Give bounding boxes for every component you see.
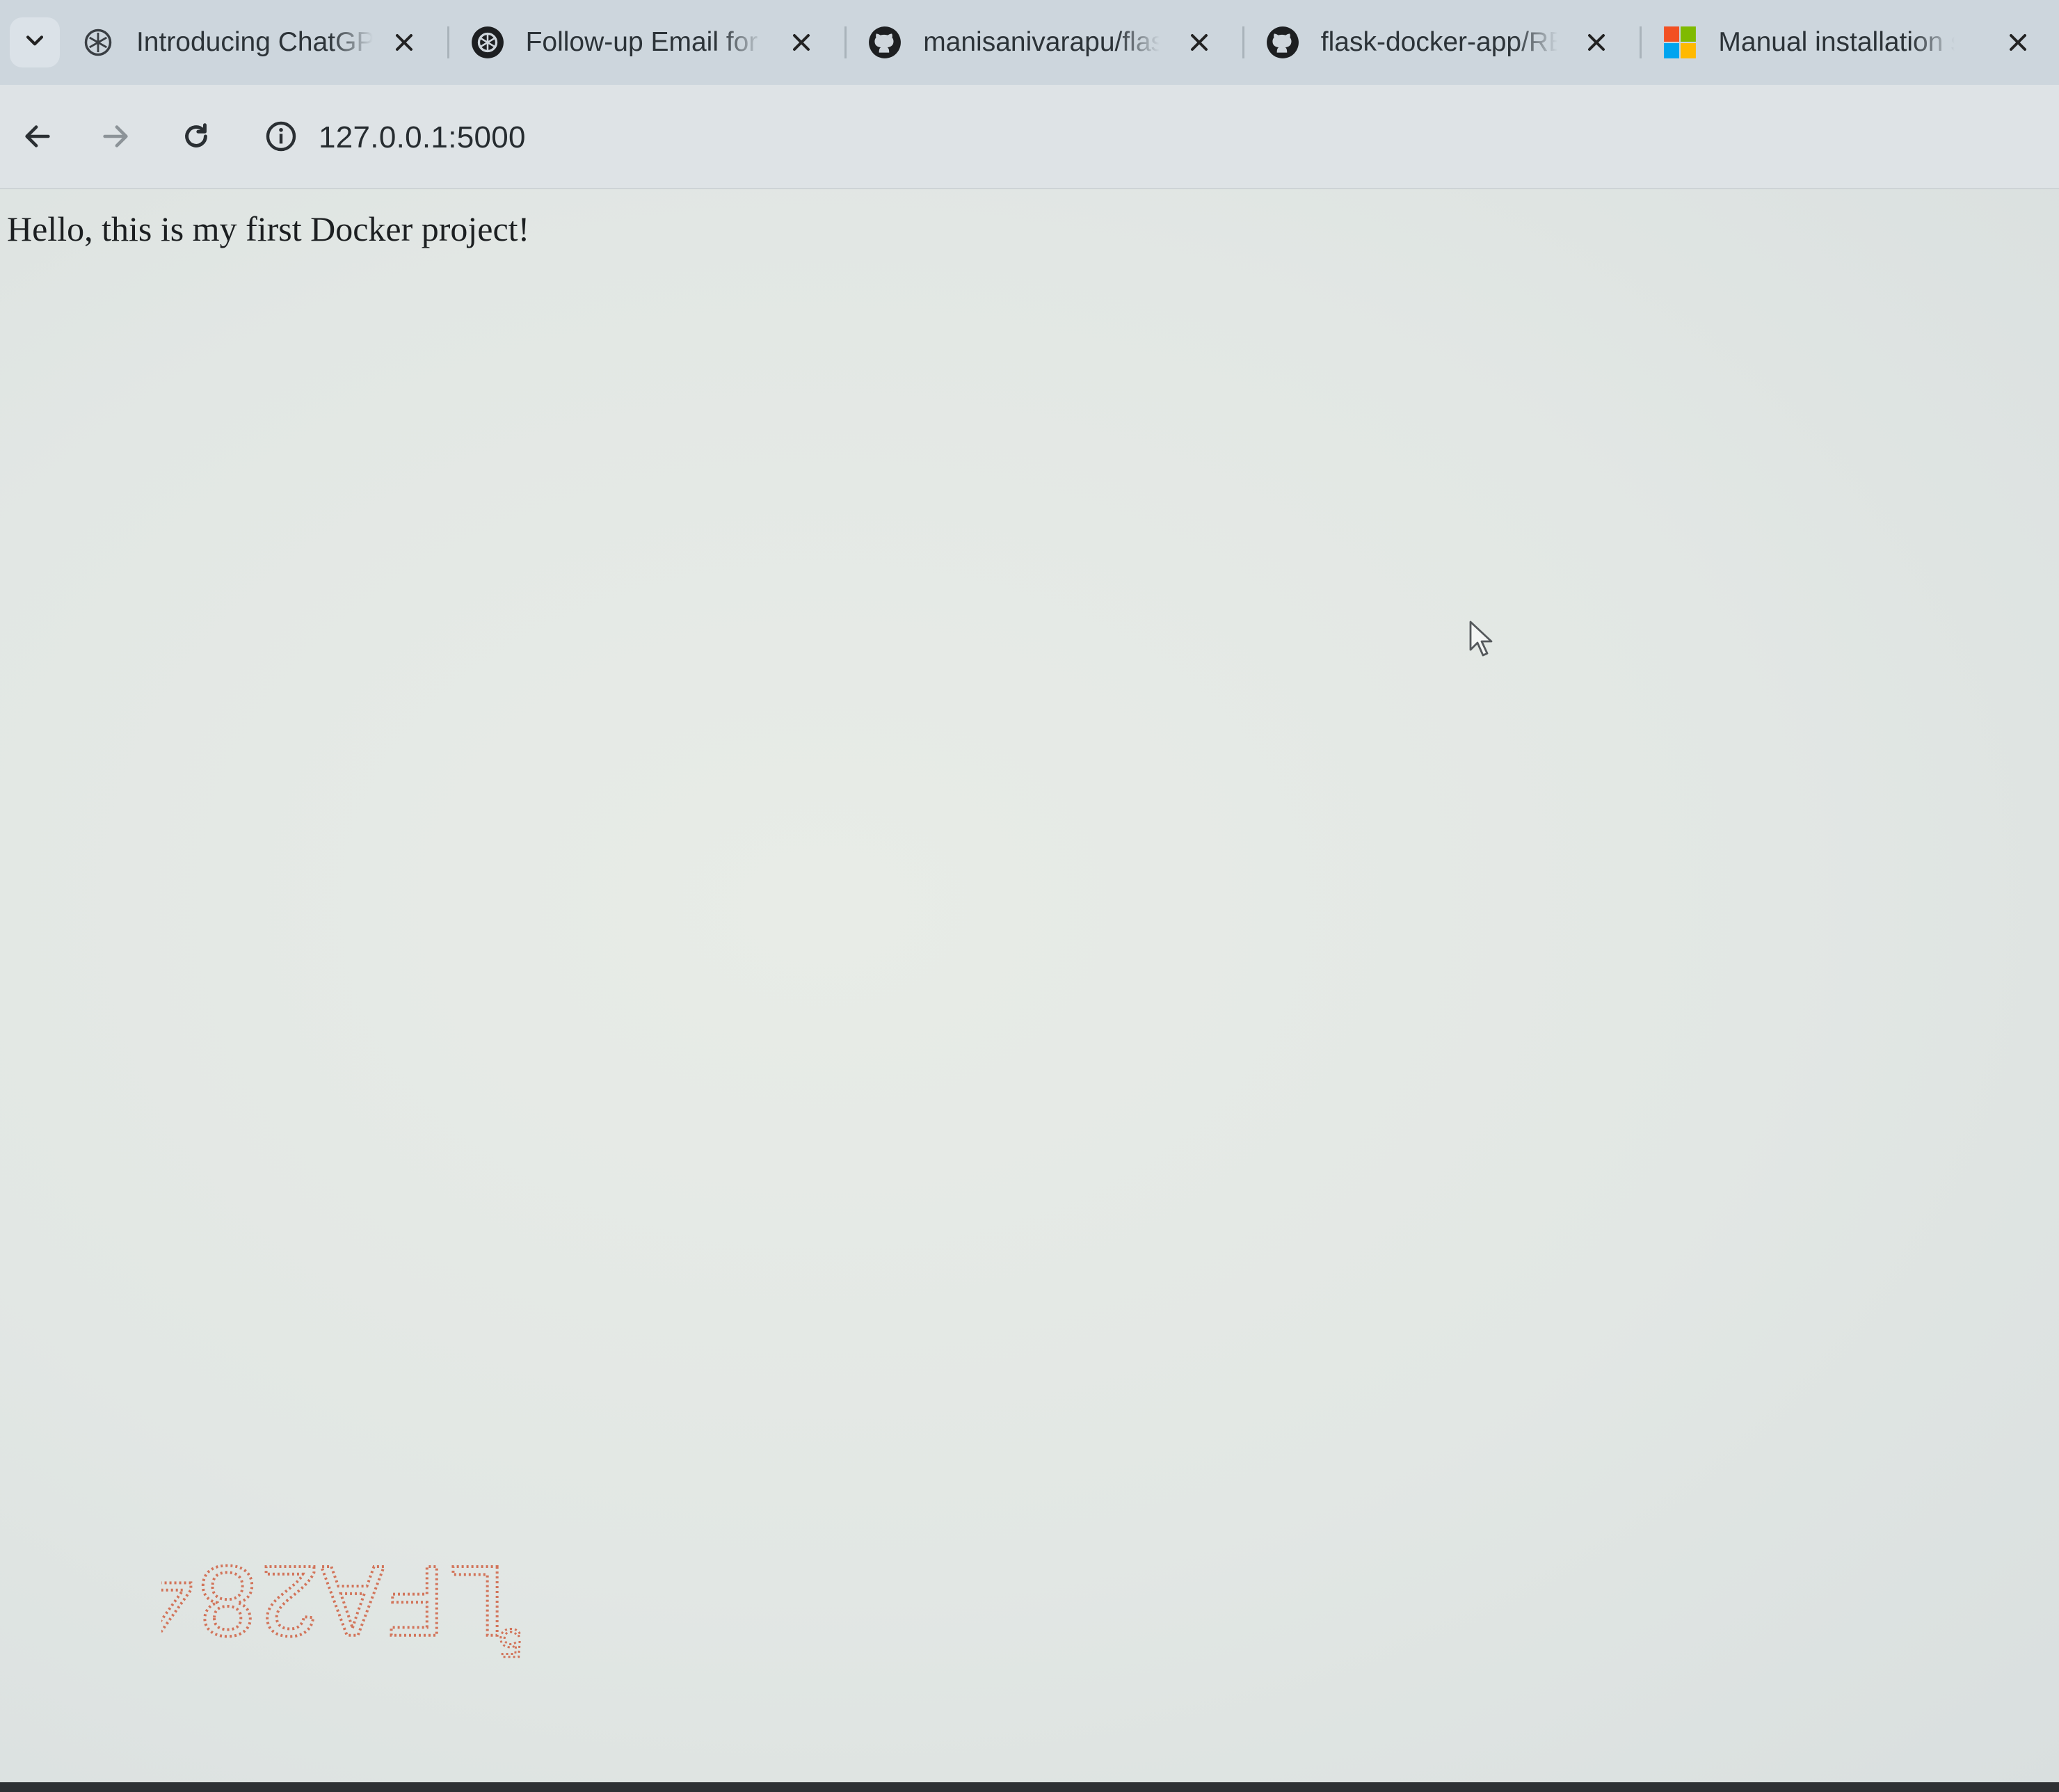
svg-text:5: 5 (498, 1616, 523, 1663)
back-button[interactable] (15, 115, 60, 160)
reload-button[interactable] (174, 115, 218, 160)
tab-title: manisanivarapu/flask (923, 27, 1160, 57)
tab-title: Follow-up Email for (525, 27, 758, 57)
openai-icon (81, 25, 115, 60)
tab-title: flask-docker-app/RE (1320, 27, 1557, 57)
github-icon (867, 25, 902, 60)
tab-title: Introducing ChatGPT (136, 27, 373, 57)
close-icon[interactable] (2001, 25, 2035, 60)
forward-arrow-icon (99, 120, 131, 156)
close-icon[interactable] (784, 25, 819, 60)
page-viewport: Hello, this is my first Docker project! … (0, 189, 2059, 1782)
browser-toolbar: 127.0.0.1:5000 (0, 85, 2059, 189)
reload-icon (180, 120, 212, 156)
close-icon[interactable] (387, 25, 422, 60)
svg-text:LFA2840: LFA2840 (161, 1535, 509, 1653)
chevron-down-icon (23, 29, 47, 56)
microsoft-icon (1663, 25, 1697, 60)
tab-title: Manual installation s (1718, 27, 1955, 57)
serial-number-watermark: LFA2840 5 (161, 1533, 523, 1665)
tab-strip: Introducing ChatGPT Follow-up Email for (0, 0, 2059, 85)
tab-manisanivarapu-flask[interactable]: manisanivarapu/flask (847, 0, 1244, 85)
openai-icon (470, 25, 505, 60)
tab-introducing-chatgpt[interactable]: Introducing ChatGPT (60, 0, 449, 85)
close-icon[interactable] (1182, 25, 1217, 60)
forward-button[interactable] (93, 115, 138, 160)
page-body-text: Hello, this is my first Docker project! (7, 209, 530, 248)
tab-follow-up-email[interactable]: Follow-up Email for (449, 0, 847, 85)
mouse-cursor-icon (1468, 619, 1496, 662)
url-text[interactable]: 127.0.0.1:5000 (319, 120, 526, 155)
close-icon[interactable] (1579, 25, 1614, 60)
tab-manual-installation[interactable]: Manual installation s (1642, 0, 2059, 85)
tab-flask-docker-app[interactable]: flask-docker-app/RE (1244, 0, 1642, 85)
back-arrow-icon (22, 120, 54, 156)
github-icon (1265, 25, 1300, 60)
screen-bezel (0, 1782, 2059, 1792)
tab-search-button[interactable] (10, 17, 60, 67)
address-bar[interactable]: 127.0.0.1:5000 (264, 113, 2003, 163)
info-icon[interactable] (264, 120, 298, 157)
